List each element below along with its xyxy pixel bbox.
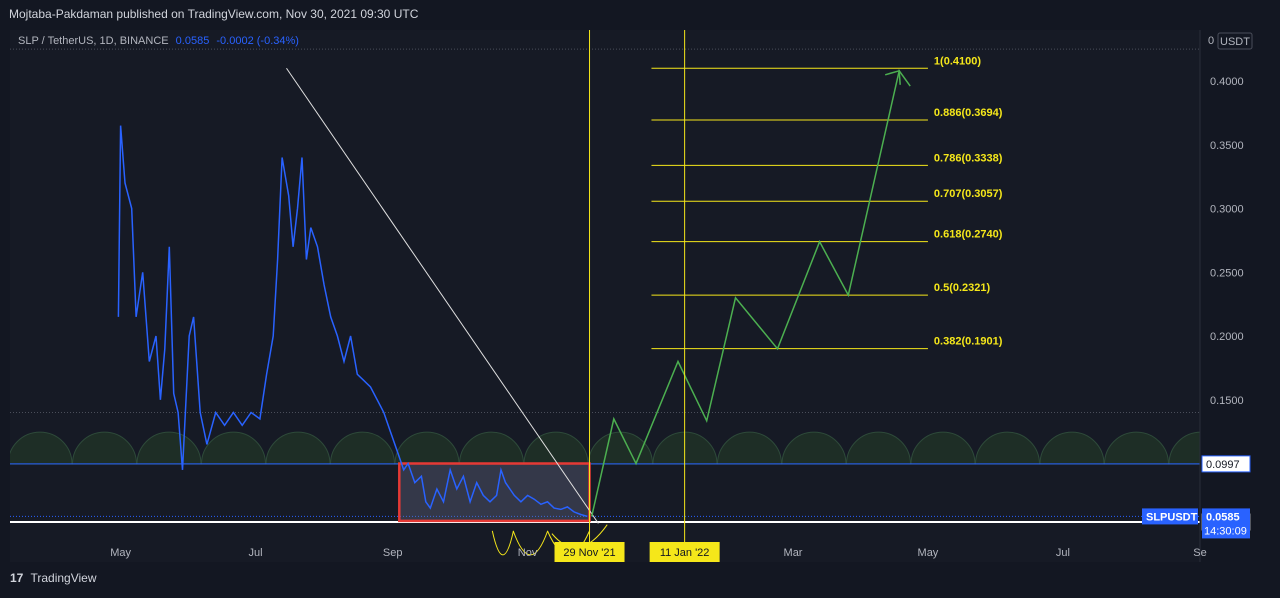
x-tick-label: Nov [518, 547, 538, 559]
x-tick-label: Mar [784, 547, 803, 559]
last-price-label: 0.0585 [1206, 511, 1240, 523]
top-bar: Mojtaba-Pakdaman published on TradingVie… [0, 0, 1280, 30]
last-price-time: 14:30:09 [1204, 525, 1247, 537]
y-tick-label: 0.1500 [1210, 395, 1244, 407]
y-tick-label: 0.2500 [1210, 267, 1244, 279]
x-tick-label: Jul [248, 547, 262, 559]
fib-level-label: 1(0.4100) [934, 55, 981, 67]
vertical-marker-label: 29 Nov '21 [563, 547, 615, 559]
tradingview-logo-icon: 17 [10, 571, 24, 585]
y-tick-label: 0.3500 [1210, 140, 1244, 152]
footer-brand[interactable]: 17 TradingView [10, 571, 97, 585]
chart-legend: SLP / TetherUS, 1D, BINANCE 0.0585 -0.00… [18, 35, 299, 47]
brand-name: TradingView [30, 571, 97, 585]
x-tick-label: May [918, 547, 939, 559]
x-tick-label: Se [1193, 547, 1206, 559]
price-axis-bg [1200, 30, 1270, 562]
fib-level-label: 0.786(0.3338) [934, 152, 1003, 164]
legend-price: 0.0585 [175, 35, 210, 47]
y-tick-clipped: 0 [1208, 35, 1214, 47]
fib-level-label: 0.5(0.2321) [934, 282, 991, 294]
vertical-marker-label: 11 Jan '22 [660, 547, 710, 559]
fib-level-label: 0.618(0.2740) [934, 229, 1003, 241]
y-tick-label: 0.3000 [1210, 204, 1244, 216]
x-tick-label: Sep [383, 547, 403, 559]
range-box [398, 462, 591, 523]
chart-area[interactable]: 1(0.4100) 0.886(0.3694) 0.786(0.3338) 0.707… [10, 30, 1270, 562]
y-tick-label: 0.4000 [1210, 76, 1244, 88]
legend-change: -0.0002 (-0.34%) [216, 35, 299, 47]
y-tick-label: 0.2000 [1210, 331, 1244, 343]
symbol-badge-label: SLPUSDT [1146, 511, 1198, 523]
symbol-title: SLP / TetherUS, 1D, BINANCE [18, 35, 169, 47]
fib-level-label: 0.382(0.1901) [934, 336, 1003, 348]
published-info: Mojtaba-Pakdaman published on TradingVie… [9, 7, 419, 21]
chart-background [10, 30, 1270, 562]
price-chart[interactable]: 1(0.4100) 0.886(0.3694) 0.786(0.3338) 0.707… [10, 30, 1270, 562]
fib-level-label: 0.886(0.3694) [934, 107, 1003, 119]
axis-price-label: 0.0997 [1206, 459, 1240, 471]
fib-level-label: 0.707(0.3057) [934, 188, 1003, 200]
x-tick-label: Jul [1056, 547, 1070, 559]
currency-label: USDT [1220, 36, 1250, 48]
x-tick-label: May [110, 547, 131, 559]
